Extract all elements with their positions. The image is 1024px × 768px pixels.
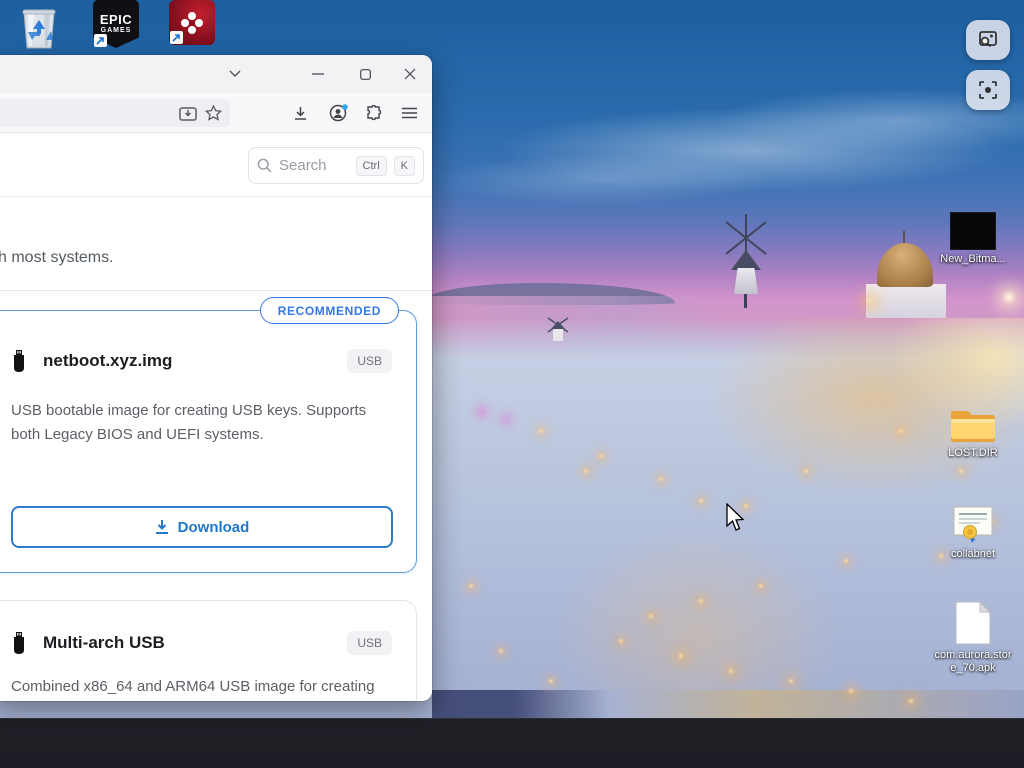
desktop-icon-label: LOST.DIR	[948, 447, 998, 459]
screen-capture-icon	[979, 81, 997, 99]
desktop-icon-epic-games[interactable]: EPIC GAMES	[93, 0, 139, 48]
windmill-body	[734, 268, 758, 294]
downloads-button[interactable]	[282, 93, 318, 133]
epic-games-label: EPIC	[99, 12, 133, 27]
maximize-button[interactable]	[345, 55, 385, 93]
church-cross	[903, 231, 905, 243]
save-page-icon[interactable]	[179, 105, 197, 121]
folder-icon	[951, 411, 995, 442]
menu-button[interactable]	[391, 93, 427, 133]
page-content: Search Ctrl K h most systems. RECOMMENDE…	[0, 133, 432, 700]
taskbar: 3:19 AM 10/14/2025	[0, 718, 1024, 768]
close-icon	[404, 68, 416, 80]
wallpaper-clouds	[420, 40, 1024, 240]
browser-window: Search Ctrl K h most systems. RECOMMENDE…	[0, 55, 432, 701]
usb-tag: USB	[347, 631, 392, 655]
site-search-box[interactable]: Search Ctrl K	[248, 147, 424, 184]
usb-tag: USB	[347, 349, 392, 373]
desktop-icon-label: com.aurora.store_70.apk	[934, 649, 1012, 674]
divider	[0, 290, 432, 291]
site-search-placeholder: Search	[279, 157, 327, 174]
desktop-icon-lost-dir[interactable]: LOST.DIR	[934, 406, 1012, 460]
card-title: netboot.xyz.img	[43, 351, 173, 370]
shortcut-arrow-icon	[170, 31, 183, 44]
wallpaper-shore	[432, 690, 1024, 718]
recommended-badge: RECOMMENDED	[259, 297, 399, 324]
maximize-icon	[359, 68, 371, 80]
small-windmill	[545, 315, 571, 350]
account-icon	[329, 104, 348, 122]
image-search-icon	[979, 31, 997, 48]
kbd-ctrl: Ctrl	[355, 155, 387, 176]
desktop-icon-label: New_Bitma...	[940, 253, 1006, 265]
desktop-icon-game-app[interactable]	[169, 0, 215, 45]
browser-toolbar	[0, 93, 432, 133]
recycle-bin-icon	[22, 9, 56, 49]
download-icon	[294, 106, 306, 120]
card-description: USB bootable image for creating USB keys…	[11, 402, 367, 443]
intro-text: h most systems.	[0, 249, 114, 266]
tab-list-dropdown-button[interactable]	[215, 55, 255, 93]
desktop-icon-collabnet[interactable]: collabnet	[934, 505, 1012, 561]
download-icon	[155, 519, 168, 534]
desktop-icon-recycle-bin[interactable]	[16, 4, 62, 55]
download-button[interactable]: Download	[11, 506, 393, 548]
desktop-icon-label: collabnet	[950, 548, 996, 560]
extensions-button[interactable]	[356, 93, 392, 133]
account-button[interactable]	[320, 93, 356, 133]
usb-drive-icon	[14, 350, 24, 372]
minimize-button[interactable]	[298, 55, 338, 93]
close-button[interactable]	[390, 55, 430, 93]
search-icon	[257, 158, 272, 173]
card-description: Combined x86_64 and ARM64 USB image for …	[11, 678, 375, 695]
download-card-multiarch: Multi-arch USB USB Combined x86_64 and A…	[0, 600, 417, 700]
shortcut-arrow-icon	[94, 34, 107, 47]
browser-titlebar[interactable]	[0, 55, 432, 93]
card-title: Multi-arch USB	[43, 633, 165, 652]
download-card-netboot-img: RECOMMENDED netboot.xyz.img USB USB boot…	[0, 297, 417, 573]
image-search-overlay-button[interactable]	[966, 20, 1010, 60]
chevron-down-icon	[229, 70, 241, 77]
usb-drive-icon	[14, 632, 24, 654]
puzzle-icon	[367, 105, 382, 121]
bookmark-star-icon[interactable]	[205, 105, 222, 121]
bitmap-thumbnail-icon	[950, 212, 996, 250]
church-building	[866, 284, 946, 318]
mouse-cursor	[725, 502, 747, 538]
desktop: EPIC GAMES New_Bitma... LOST.DIR collabn…	[0, 0, 1024, 768]
file-icon	[955, 600, 992, 645]
desktop-icon-new-bitmap[interactable]: New_Bitma...	[934, 212, 1012, 266]
screen-capture-overlay-button[interactable]	[966, 70, 1010, 110]
desktop-icon-apk-file[interactable]: com.aurora.store_70.apk	[934, 600, 1012, 675]
minimize-icon	[312, 73, 324, 75]
town-lights	[0, 0, 2, 2]
kbd-k: K	[393, 155, 415, 176]
site-navbar: Search Ctrl K	[0, 133, 432, 197]
certificate-icon	[953, 506, 993, 543]
hamburger-menu-icon	[401, 107, 417, 119]
url-bar[interactable]	[0, 99, 230, 127]
